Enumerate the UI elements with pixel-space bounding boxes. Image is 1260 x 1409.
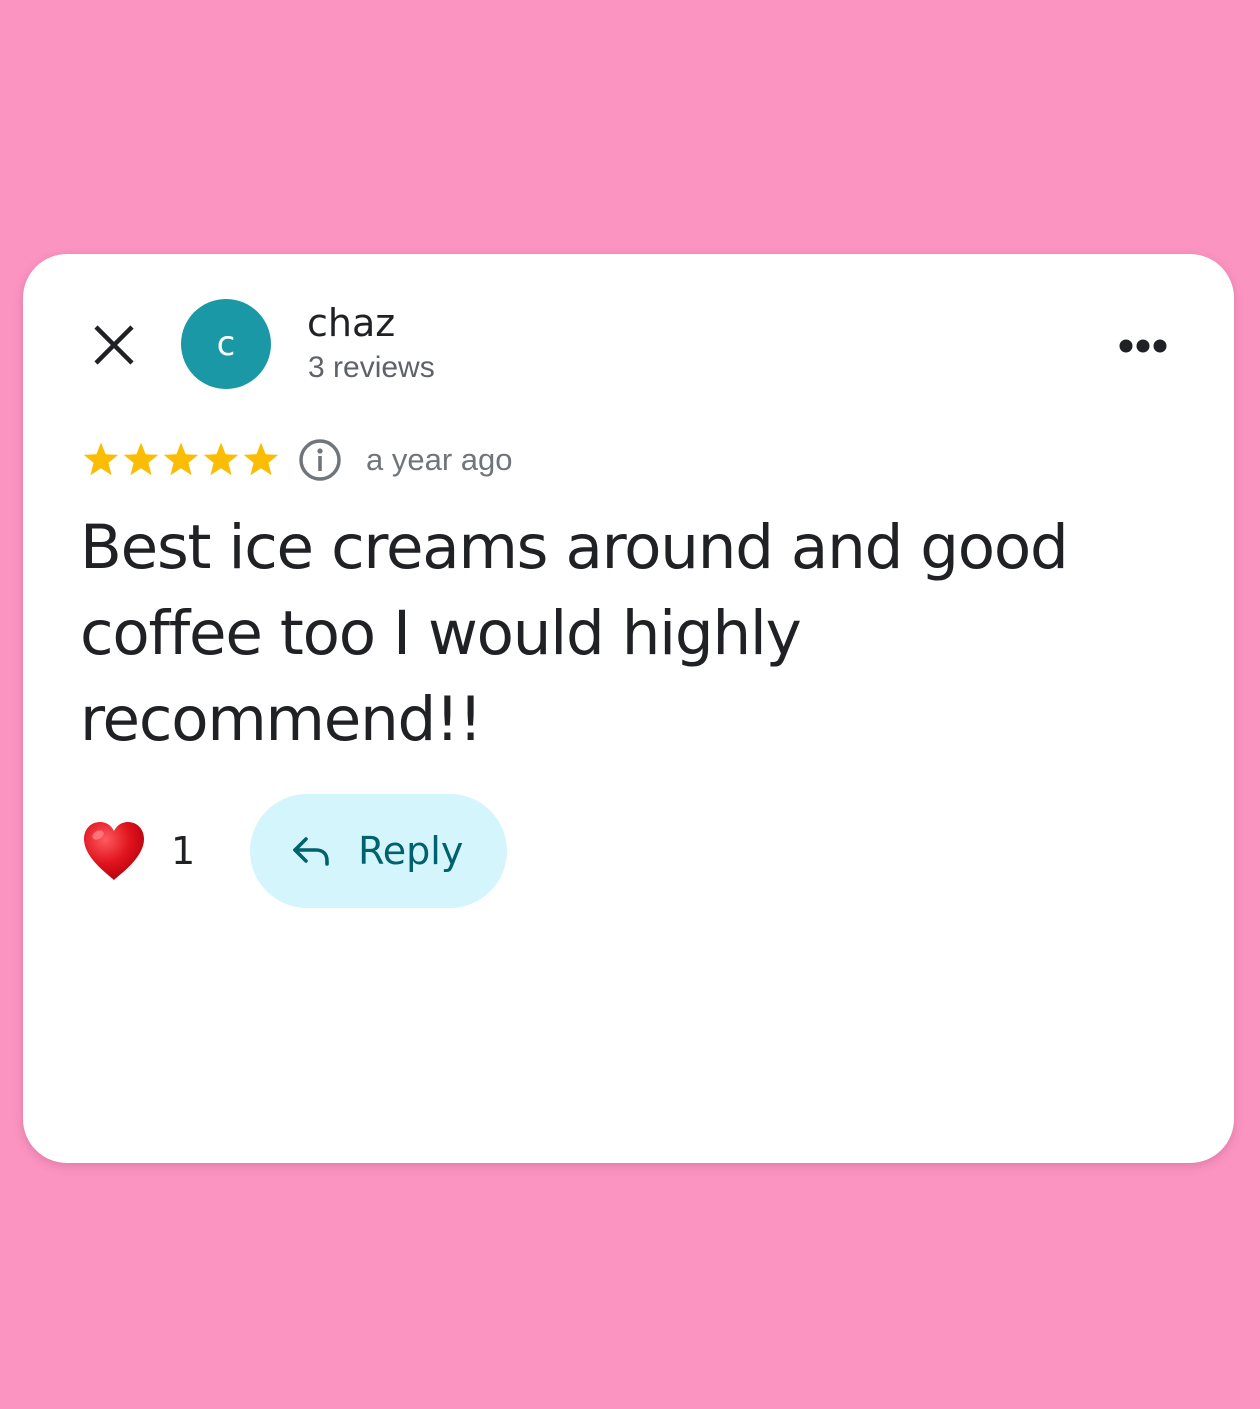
author-review-count: 3 reviews — [308, 351, 435, 384]
close-icon — [94, 325, 134, 365]
star-icon — [83, 442, 119, 476]
more-horizontal-icon — [1119, 339, 1167, 353]
reply-button[interactable]: Reply — [250, 794, 508, 908]
like-button[interactable]: 1 — [81, 820, 195, 882]
star-icon — [243, 442, 279, 476]
star-icon — [163, 442, 199, 476]
star-rating — [81, 440, 281, 480]
review-date: a year ago — [366, 442, 513, 477]
rating-row: a year ago — [81, 436, 513, 484]
info-icon — [299, 439, 341, 481]
avatar-initial: c — [216, 324, 236, 364]
reply-label: Reply — [358, 829, 464, 873]
more-options-button[interactable] — [1115, 324, 1171, 368]
heart-icon — [84, 822, 144, 880]
star-icon — [203, 442, 239, 476]
like-count: 1 — [171, 829, 196, 873]
avatar[interactable]: c — [181, 299, 271, 389]
star-icon — [123, 442, 159, 476]
review-card: c chaz 3 reviews a year ago Best ice cre… — [23, 254, 1234, 1163]
review-text: Best ice creams around and good coffee t… — [80, 512, 1069, 755]
actions-row: 1 Reply — [81, 794, 508, 908]
close-button[interactable] — [89, 320, 139, 370]
author-name[interactable]: chaz — [307, 301, 395, 345]
info-button[interactable] — [297, 437, 343, 483]
reply-arrow-icon — [293, 837, 329, 866]
